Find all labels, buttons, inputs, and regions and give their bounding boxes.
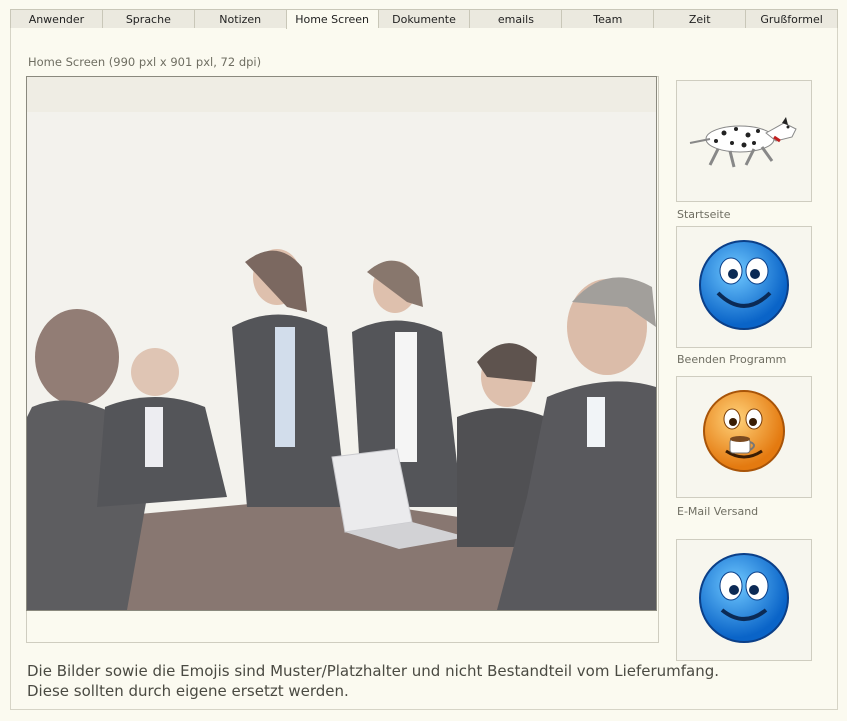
- smiley-blue-icon: [696, 237, 792, 337]
- dalmatian-dog-icon: [688, 109, 800, 173]
- tile-email-versand[interactable]: [676, 376, 812, 498]
- tab-emails[interactable]: emails: [469, 9, 562, 28]
- disclaimer-note: Die Bilder sowie die Emojis sind Muster/…: [27, 661, 719, 701]
- tab-notizen[interactable]: Notizen: [193, 9, 286, 28]
- tab-bar: Anwender Sprache Notizen Home Screen Dok…: [10, 9, 839, 29]
- tab-sprache[interactable]: Sprache: [101, 9, 194, 28]
- disclaimer-line-1: Die Bilder sowie die Emojis sind Muster/…: [27, 662, 720, 680]
- home-screen-image[interactable]: [26, 76, 657, 611]
- disclaimer-line-2: Diese sollten durch eigene ersetzt werde…: [27, 682, 349, 700]
- tab-zeit[interactable]: Zeit: [653, 9, 746, 28]
- image-caption: Home Screen (990 pxl x 901 pxl, 72 dpi): [28, 55, 262, 69]
- tab-home-screen[interactable]: Home Screen: [285, 9, 378, 29]
- tile-label-email-versand: E-Mail Versand: [677, 505, 759, 518]
- tile-beenden-programm[interactable]: [676, 226, 812, 348]
- tile-startseite[interactable]: [676, 80, 812, 202]
- smiley-blue-wide-eyes-icon: [696, 550, 792, 650]
- tab-dokumente[interactable]: Dokumente: [377, 9, 470, 28]
- tile-label-startseite: Startseite: [677, 208, 731, 221]
- tab-team[interactable]: Team: [561, 9, 654, 28]
- tile-blue-smiley[interactable]: [676, 539, 812, 661]
- tab-grussformel[interactable]: Grußformel: [745, 9, 839, 28]
- smiley-coffee-icon: [696, 387, 792, 487]
- tab-anwender[interactable]: Anwender: [10, 9, 102, 28]
- tile-label-beenden-programm: Beenden Programm: [677, 353, 787, 366]
